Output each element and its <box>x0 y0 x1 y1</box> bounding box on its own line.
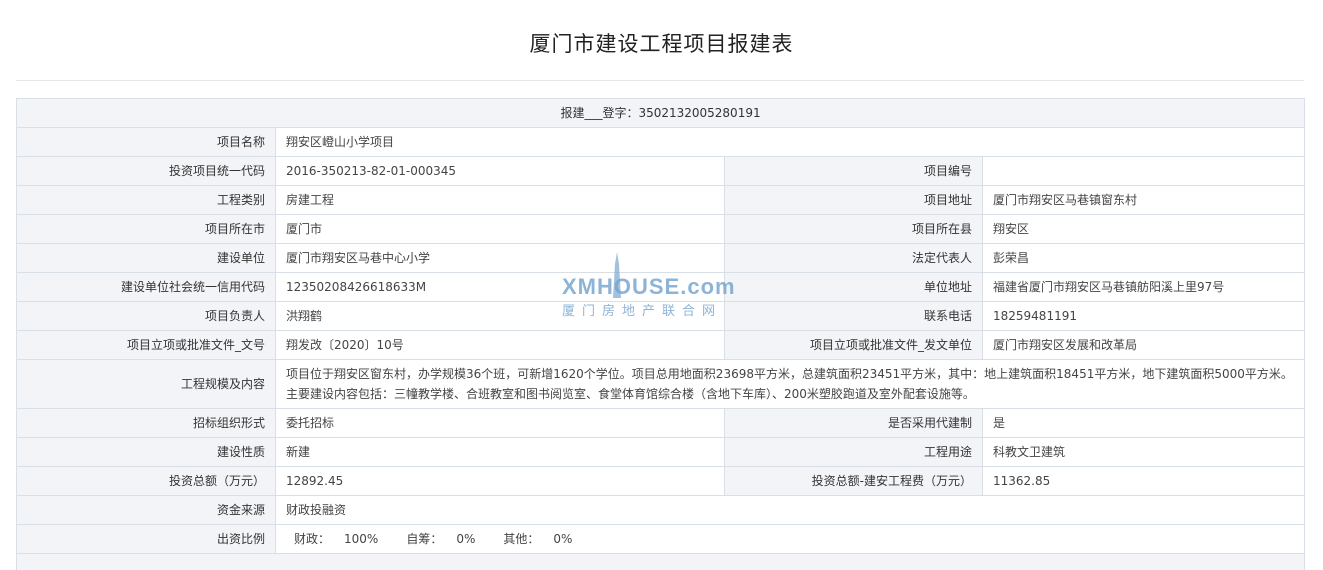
title-divider <box>16 80 1304 81</box>
project-name-value: 翔安区嶝山小学项目 <box>274 127 1306 157</box>
county-value: 翔安区 <box>981 214 1306 244</box>
table-row: 项目负责人 洪翔鹤 联系电话 18259481191 <box>16 301 1306 331</box>
table-row: 建设单位社会统一信用代码 12350208426618633M 单位地址 福建省… <box>16 272 1306 302</box>
construction-cost-value: 11362.85 <box>981 466 1306 496</box>
nature-label: 建设性质 <box>16 437 276 467</box>
project-name-label: 项目名称 <box>16 127 276 157</box>
table-row: 投资项目统一代码 2016-350213-82-01-000345 项目编号 <box>16 156 1306 186</box>
registration-number: 报建___登字：3502132005280191 <box>15 98 1306 128</box>
phone-value: 18259481191 <box>981 301 1306 331</box>
registration-row: 报建___登字：3502132005280191 <box>15 98 1306 128</box>
nature-value: 新建 <box>275 437 725 467</box>
county-label: 项目所在县 <box>724 214 983 244</box>
unit-address-value: 福建省厦门市翔安区马巷镇舫阳溪上里97号 <box>981 272 1306 302</box>
project-number-value <box>981 156 1306 186</box>
table-row: 出资比例 财政： 100% 自筹： 0% 其他： 0% <box>16 524 1306 554</box>
agent-build-value: 是 <box>981 408 1306 438</box>
table-row: 建设性质 新建 工程用途 科教文卫建筑 <box>16 437 1306 467</box>
legal-rep-label: 法定代表人 <box>724 243 983 273</box>
usage-label: 工程用途 <box>724 437 983 467</box>
unified-code-value: 2016-350213-82-01-000345 <box>275 156 725 186</box>
approval-doc-label: 项目立项或批准文件_文号 <box>16 330 276 360</box>
table-row: 招标组织形式 委托招标 是否采用代建制 是 <box>16 408 1306 438</box>
funding-value: 财政投融资 <box>274 495 1306 525</box>
approval-doc-value: 翔发改〔2020〕10号 <box>275 330 725 360</box>
unified-code-label: 投资项目统一代码 <box>16 156 276 186</box>
builder-label: 建设单位 <box>16 243 276 273</box>
category-value: 房建工程 <box>275 185 725 215</box>
usage-value: 科教文卫建筑 <box>981 437 1306 467</box>
leader-label: 项目负责人 <box>16 301 276 331</box>
city-value: 厦门市 <box>275 214 725 244</box>
builder-value: 厦门市翔安区马巷中心小学 <box>275 243 725 273</box>
investment-value: 12892.45 <box>275 466 725 496</box>
ratio-fiscal-value: 100% <box>344 532 379 546</box>
city-label: 项目所在市 <box>16 214 276 244</box>
table-row: 资金来源 财政投融资 <box>16 495 1306 525</box>
legal-rep-value: 彭荣昌 <box>981 243 1306 273</box>
approval-issuer-label: 项目立项或批准文件_发文单位 <box>724 330 983 360</box>
funding-label: 资金来源 <box>16 495 276 525</box>
project-number-label: 项目编号 <box>724 156 983 186</box>
project-registration-table: 报建___登字：3502132005280191 项目名称 翔安区嶝山小学项目 … <box>15 98 1306 570</box>
project-address-label: 项目地址 <box>724 185 983 215</box>
credit-code-value: 12350208426618633M <box>275 272 725 302</box>
investment-label: 投资总额（万元） <box>16 466 276 496</box>
table-row: 项目所在市 厦门市 项目所在县 翔安区 <box>16 214 1306 244</box>
table-row: 投资总额（万元） 12892.45 投资总额-建安工程费（万元） 11362.8… <box>16 466 1306 496</box>
phone-label: 联系电话 <box>724 301 983 331</box>
table-row: 项目名称 翔安区嶝山小学项目 <box>16 127 1306 157</box>
scale-label: 工程规模及内容 <box>16 359 276 409</box>
category-label: 工程类别 <box>16 185 276 215</box>
agent-build-label: 是否采用代建制 <box>724 408 983 438</box>
ratio-fiscal-key: 财政： <box>294 532 331 546</box>
credit-code-label: 建设单位社会统一信用代码 <box>16 272 276 302</box>
ratio-self-value: 0% <box>456 532 476 546</box>
bidding-label: 招标组织形式 <box>16 408 276 438</box>
table-row: 工程规模及内容 项目位于翔安区窗东村，办学规模36个班，可新增1620个学位。项… <box>16 359 1306 409</box>
approval-issuer-value: 厦门市翔安区发展和改革局 <box>981 330 1306 360</box>
construction-cost-label: 投资总额-建安工程费（万元） <box>724 466 983 496</box>
table-row: 建设单位 厦门市翔安区马巷中心小学 法定代表人 彭荣昌 <box>16 243 1306 273</box>
scale-value: 项目位于翔安区窗东村，办学规模36个班，可新增1620个学位。项目总用地面积23… <box>274 359 1306 409</box>
ratio-self-key: 自筹： <box>406 532 443 546</box>
table-footer-row <box>15 553 1306 570</box>
table-row: 项目立项或批准文件_文号 翔发改〔2020〕10号 项目立项或批准文件_发文单位… <box>16 330 1306 360</box>
table-footer <box>15 553 1306 570</box>
ratio-other-value: 0% <box>553 532 573 546</box>
unit-address-label: 单位地址 <box>724 272 983 302</box>
bidding-value: 委托招标 <box>275 408 725 438</box>
project-address-value: 厦门市翔安区马巷镇窗东村 <box>981 185 1306 215</box>
ratio-other-key: 其他： <box>503 532 540 546</box>
table-row: 工程类别 房建工程 项目地址 厦门市翔安区马巷镇窗东村 <box>16 185 1306 215</box>
page-title: 厦门市建设工程项目报建表 <box>529 32 794 56</box>
ratio-label: 出资比例 <box>16 524 276 554</box>
ratio-value: 财政： 100% 自筹： 0% 其他： 0% <box>274 524 1306 554</box>
leader-value: 洪翔鹤 <box>275 301 725 331</box>
